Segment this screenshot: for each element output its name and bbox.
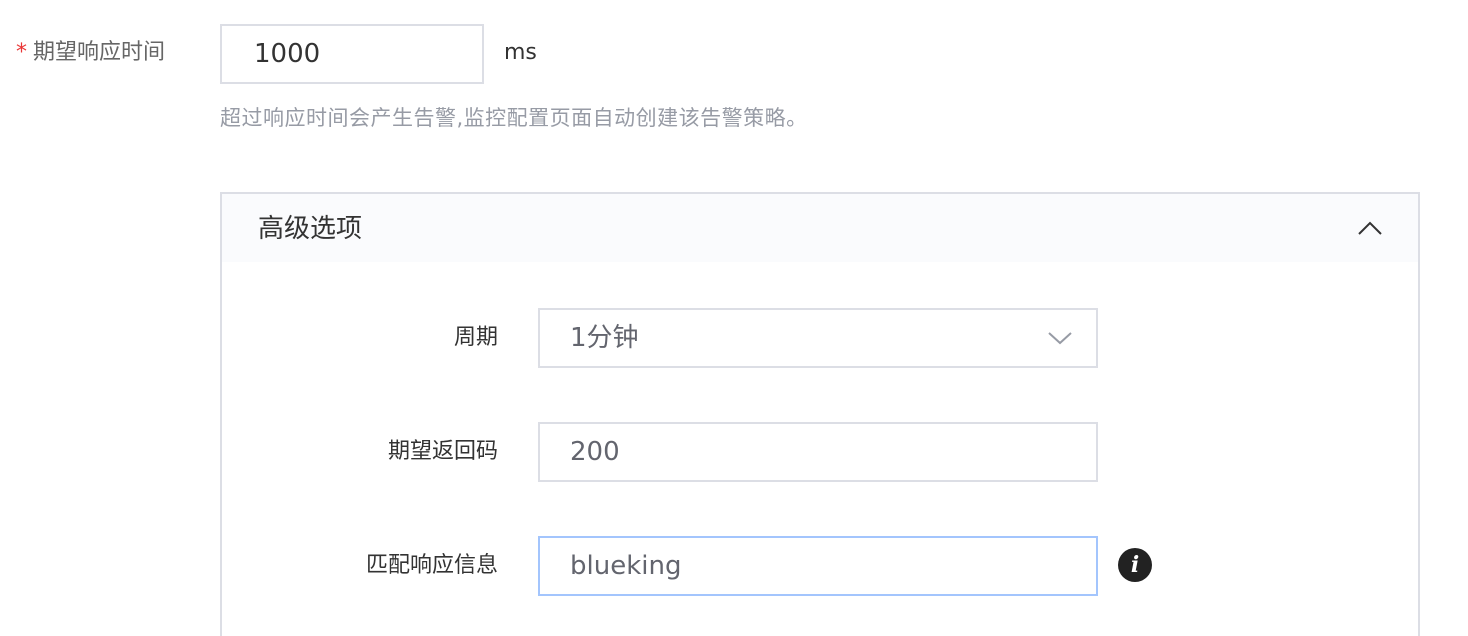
response-time-label: * 期望响应时间 (16, 24, 165, 84)
response-time-input[interactable]: 1000 (220, 24, 484, 84)
form-page: * 期望响应时间 1000 ms 超过响应时间会产生告警,监控配置页面自动创建该告… (0, 0, 1468, 636)
period-select[interactable]: 1分钟 (538, 308, 1098, 368)
status-code-input[interactable]: 200 (538, 422, 1098, 482)
advanced-options-title: 高级选项 (258, 214, 363, 244)
response-time-row: * 期望响应时间 1000 ms (0, 24, 1468, 84)
chevron-up-icon[interactable] (1356, 214, 1384, 242)
required-mark: * (16, 40, 27, 65)
match-response-label: 匹配响应信息 (365, 553, 498, 578)
info-icon[interactable]: i (1118, 548, 1152, 582)
match-response-input[interactable]: blueking (538, 536, 1098, 596)
status-code-label: 期望返回码 (387, 439, 498, 464)
chevron-down-icon (1048, 332, 1072, 345)
response-time-unit: ms (504, 40, 537, 65)
advanced-options-panel: 高级选项 周期 1分钟 期望返回码 200 匹配响应信息 blueking i (220, 192, 1420, 636)
period-label: 周期 (453, 325, 498, 350)
response-time-label-text: 期望响应时间 (33, 40, 166, 65)
advanced-options-header[interactable]: 高级选项 (222, 194, 1418, 262)
period-select-value: 1分钟 (570, 323, 639, 353)
response-time-hint: 超过响应时间会产生告警,监控配置页面自动创建该告警策略。 (220, 106, 808, 130)
